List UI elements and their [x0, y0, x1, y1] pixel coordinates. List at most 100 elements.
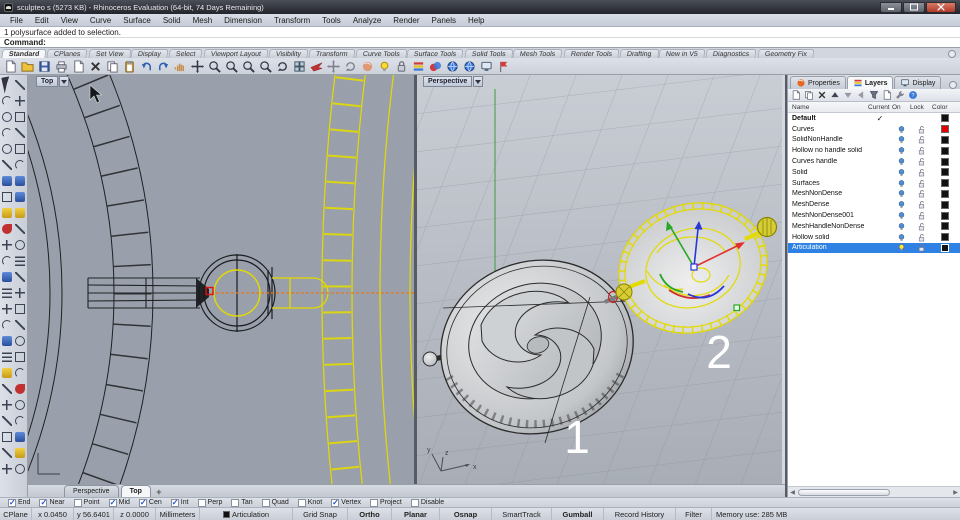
shaded-viewport-icon[interactable] [479, 59, 494, 74]
viewport-menu-caret-icon[interactable] [59, 76, 70, 87]
undo-icon[interactable] [139, 59, 154, 74]
osnap-int[interactable]: Int [170, 498, 189, 507]
layer-on-bulb-icon[interactable] [897, 243, 906, 252]
checkbox[interactable] [8, 498, 16, 507]
layer-on-bulb-icon[interactable] [897, 222, 906, 231]
help-icon[interactable] [908, 90, 918, 100]
toolbar-tab-transform[interactable]: Transform [308, 49, 356, 58]
perspective-viewport-canvas[interactable]: 1 2 x y z [417, 75, 782, 484]
render-icon[interactable] [445, 59, 460, 74]
side-tool-icon[interactable] [14, 333, 27, 349]
pan-icon[interactable] [173, 59, 188, 74]
layer-color-swatch[interactable] [941, 222, 949, 231]
side-tool-icon[interactable] [1, 397, 14, 413]
new-file-icon[interactable] [3, 59, 18, 74]
toolbar-tab-display[interactable]: Display [130, 49, 169, 58]
layer-on-bulb-icon[interactable] [897, 211, 906, 220]
named-position-icon[interactable] [309, 59, 324, 74]
new-viewport-tab-icon[interactable]: + [153, 486, 165, 497]
layer-color-swatch[interactable] [941, 200, 949, 209]
layer-lock-icon[interactable] [917, 243, 926, 252]
collapse-icon[interactable] [856, 90, 866, 100]
rotate-view-icon[interactable] [275, 59, 290, 74]
layer-on-bulb-icon[interactable] [897, 168, 906, 177]
filter-icon[interactable] [869, 90, 879, 100]
layer-color-swatch[interactable] [941, 168, 949, 177]
osnap-end[interactable]: End [8, 498, 30, 507]
layer-lock-icon[interactable] [917, 135, 926, 144]
lock-objects-icon[interactable] [394, 59, 409, 74]
edit-layers-icon[interactable] [411, 59, 426, 74]
tab-properties[interactable]: Properties [790, 76, 846, 89]
side-tool-icon[interactable] [14, 125, 27, 141]
layer-lock-icon[interactable] [917, 189, 926, 198]
boolean-tool-icon[interactable] [14, 189, 27, 205]
panel-options-icon[interactable] [949, 81, 957, 89]
viewport-label[interactable]: Perspective [423, 76, 473, 87]
checkbox[interactable] [170, 498, 179, 507]
layer-lock-icon[interactable] [917, 125, 926, 134]
side-tool-icon[interactable] [14, 285, 27, 301]
menu-dimension[interactable]: Dimension [218, 15, 268, 26]
checkbox[interactable] [410, 498, 419, 507]
side-tool-icon[interactable] [14, 157, 27, 173]
array-tool-icon[interactable] [1, 285, 14, 301]
layer-row[interactable]: Surfaces [788, 178, 960, 189]
maximize-button[interactable] [903, 1, 925, 13]
layer-on-bulb-icon[interactable] [897, 189, 906, 198]
layer-lock-icon[interactable] [917, 233, 926, 242]
layer-row[interactable]: Curves handle [788, 156, 960, 167]
status-gumball[interactable]: Gumball [552, 508, 604, 520]
options-flag-icon[interactable] [496, 59, 511, 74]
viewport-tab-perspective[interactable]: Perspective [64, 485, 119, 497]
tab-display[interactable]: Display [894, 76, 942, 89]
status-osnap[interactable]: Osnap [440, 508, 492, 520]
scroll-right-icon[interactable]: ▶ [951, 488, 960, 497]
side-tool-icon[interactable] [14, 269, 27, 285]
status-grid-snap[interactable]: Grid Snap [293, 508, 348, 520]
checkbox[interactable] [39, 498, 48, 507]
save-icon[interactable] [37, 59, 52, 74]
layer-row[interactable]: MeshNonDense [788, 189, 960, 200]
layer-color-swatch[interactable] [941, 243, 949, 252]
menu-curve[interactable]: Curve [84, 15, 117, 26]
checkbox[interactable] [138, 498, 147, 507]
side-tool-icon[interactable] [14, 413, 27, 429]
menu-help[interactable]: Help [462, 15, 490, 26]
status-smarttrack[interactable]: SmartTrack [492, 508, 552, 520]
toolbar-tab-solid-tools[interactable]: Solid Tools [464, 49, 514, 58]
delete-layer-icon[interactable] [817, 90, 827, 100]
toolbar-tab-diagnostics[interactable]: Diagnostics [705, 49, 758, 58]
side-tool-icon[interactable] [14, 429, 27, 445]
gumball-scale-handle[interactable] [733, 304, 741, 312]
edit-properties-icon[interactable] [71, 59, 86, 74]
tab-layers[interactable]: Layers [846, 76, 894, 89]
osnap-point[interactable]: Point [73, 498, 100, 507]
layer-row[interactable]: Curves [788, 124, 960, 135]
side-tool-icon[interactable] [14, 445, 27, 461]
toolbar-tab-select[interactable]: Select [168, 49, 204, 58]
menu-edit[interactable]: Edit [29, 15, 55, 26]
layer-color-swatch[interactable] [941, 189, 949, 198]
layer-list-hscrollbar[interactable]: ◀ ▶ [788, 486, 960, 497]
layer-on-bulb-icon[interactable] [897, 233, 906, 242]
top-viewport-title[interactable]: Top [36, 76, 70, 87]
layer-color-swatch[interactable] [941, 114, 949, 123]
toolbar-tab-cplanes[interactable]: CPlanes [46, 49, 89, 58]
layer-color-swatch[interactable] [941, 233, 949, 242]
layer-row-selected[interactable]: Articulation [788, 242, 960, 254]
paste-icon[interactable] [122, 59, 137, 74]
zoom-selected-icon[interactable] [241, 59, 256, 74]
side-tool-icon[interactable] [14, 461, 27, 477]
curve-tool-icon[interactable] [1, 93, 14, 109]
side-tool-icon[interactable] [14, 109, 27, 125]
arc-tool-icon[interactable] [1, 125, 14, 141]
zoom-dynamic-icon[interactable] [207, 59, 222, 74]
text-tool-icon[interactable] [1, 269, 14, 285]
layer-on-bulb-icon[interactable] [897, 146, 906, 155]
side-tool-icon[interactable] [1, 445, 14, 461]
circle-tool-icon[interactable] [1, 109, 14, 125]
show-objects-icon[interactable] [377, 59, 392, 74]
checkbox[interactable] [231, 498, 240, 507]
fillet-tool-icon[interactable] [1, 205, 14, 221]
